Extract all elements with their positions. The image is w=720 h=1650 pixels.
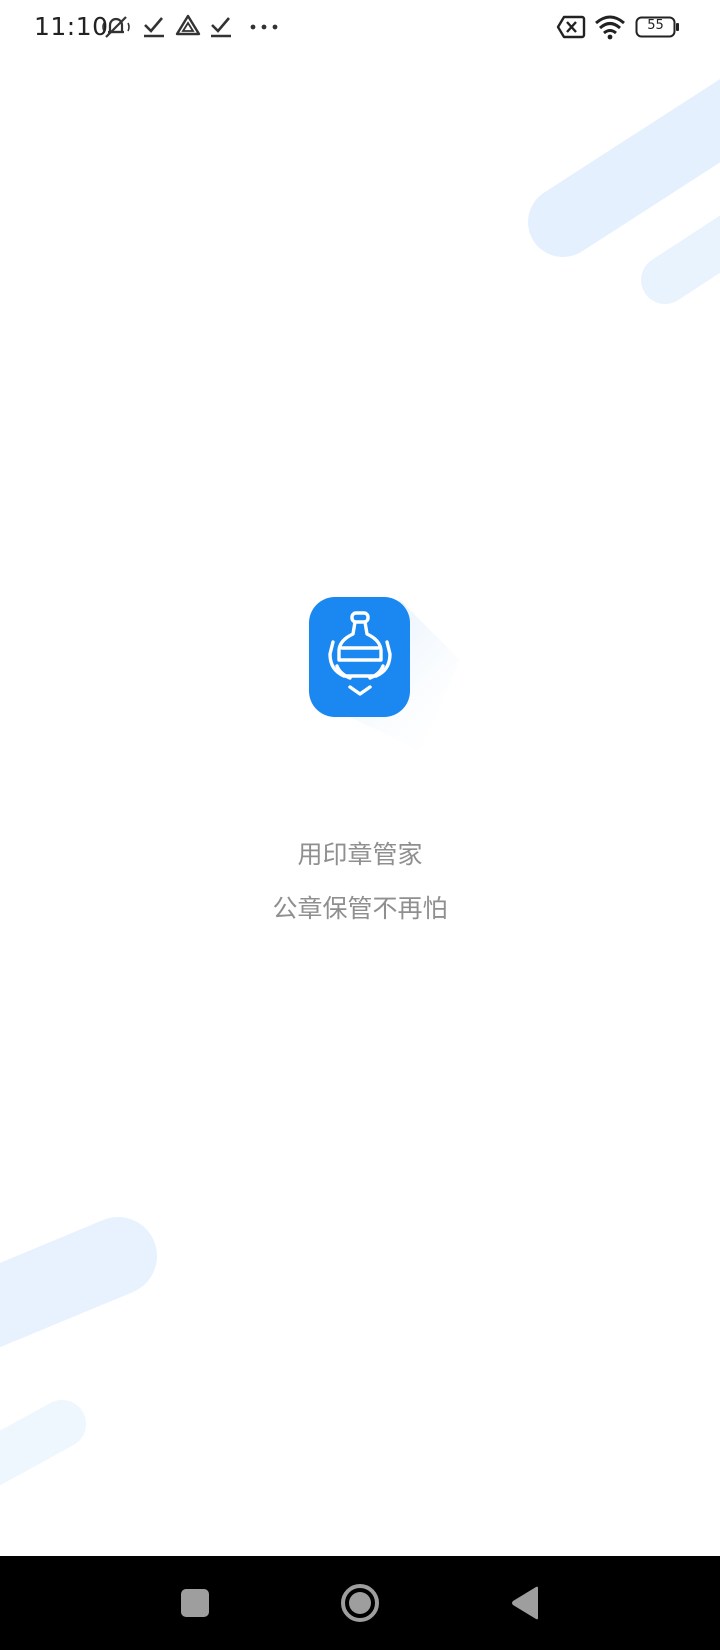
home-button[interactable] [330, 1578, 390, 1628]
battery-icon: 55 [635, 15, 681, 39]
tagline: 公章保管不再怕 [272, 894, 448, 923]
square-icon [181, 1589, 209, 1617]
app-name: 用印章管家 [297, 840, 423, 869]
triangle-back-icon [512, 1586, 538, 1620]
status-time: 11:10 [34, 12, 109, 41]
back-button[interactable] [495, 1578, 555, 1628]
more-icon [250, 24, 278, 30]
status-bar: 11:10 55 [0, 0, 720, 54]
recents-button[interactable] [165, 1578, 225, 1628]
app-logo [300, 590, 470, 760]
navigation-bar [0, 1556, 720, 1650]
background-decoration [0, 79, 720, 1486]
check-icon [211, 17, 231, 38]
circle-icon [341, 1584, 379, 1622]
wifi-icon [595, 15, 625, 40]
mute-icon [102, 16, 130, 38]
battery-level: 55 [647, 18, 664, 33]
drive-icon [175, 14, 201, 36]
sim-off-icon [556, 15, 586, 39]
check-icon [144, 17, 164, 38]
